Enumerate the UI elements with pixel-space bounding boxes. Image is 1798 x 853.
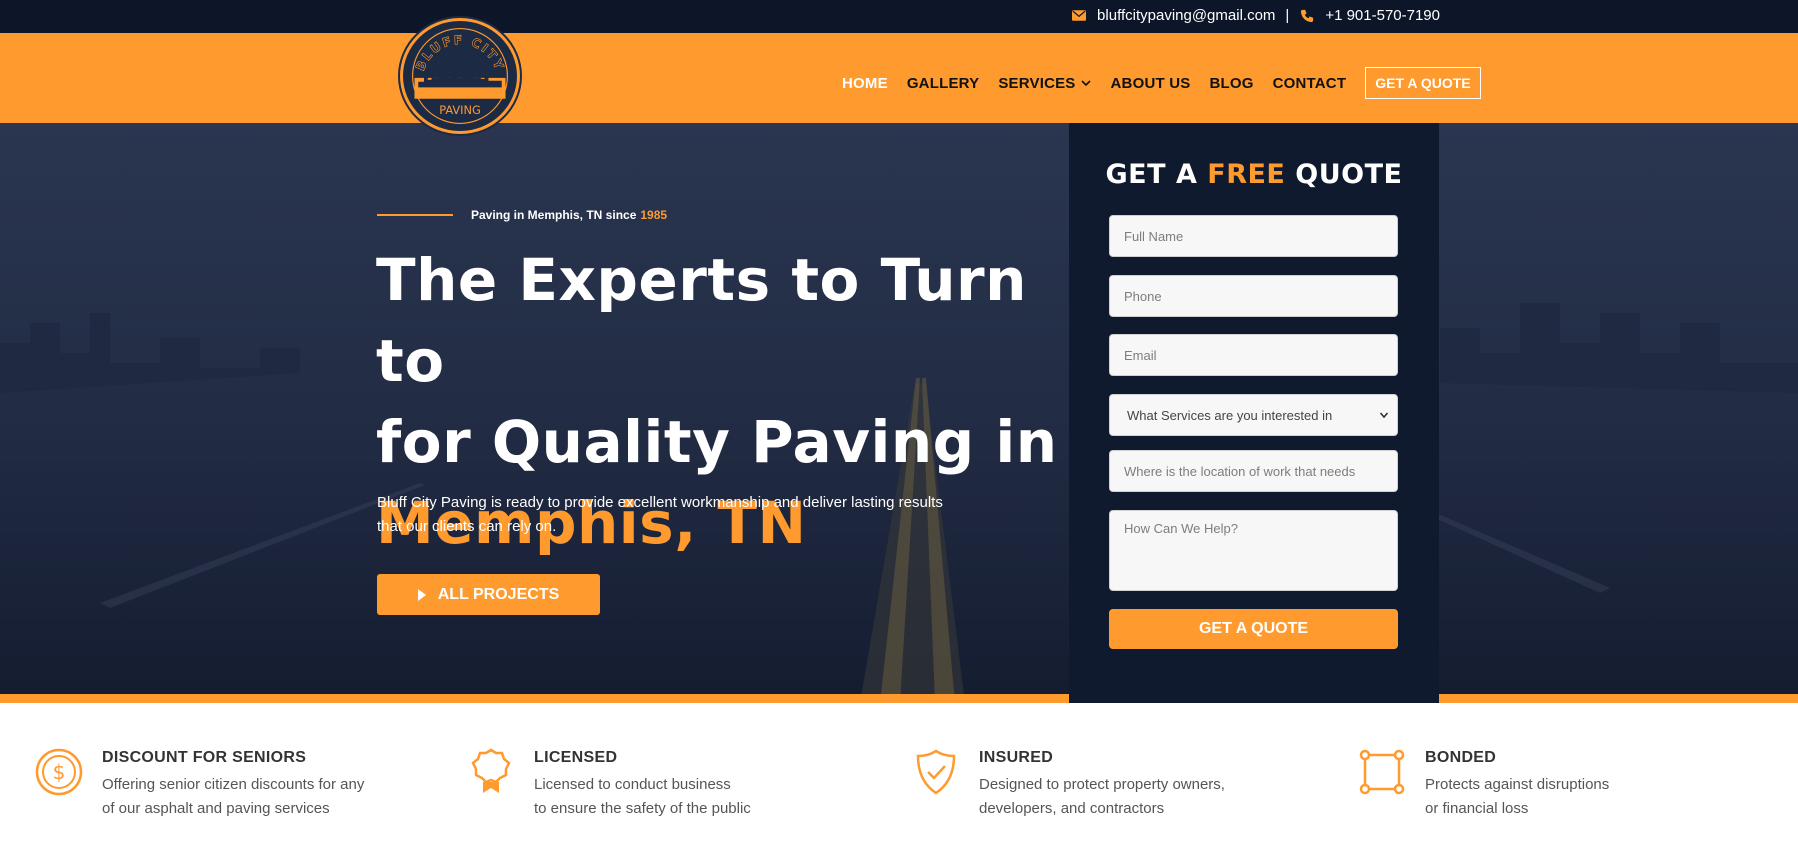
feature-desc-line-1: Licensed to conduct business [534,776,731,793]
form-title-pre: GET A [1105,159,1198,190]
award-badge-icon [471,748,511,793]
chevron-down-icon [1080,80,1091,87]
top-contact-bar: bluffcitypaving@gmail.com | +1 901-570-7… [0,0,1798,33]
hero-bottom-accent-strip [0,694,1798,703]
feature-insured: INSURED Designed to protect property own… [911,747,1225,821]
email-input[interactable] [1109,334,1398,376]
nav-item-services[interactable]: SERVICES [998,75,1091,92]
feature-desc-line-2: or financial loss [1425,800,1529,817]
feature-title: BONDED [1425,749,1497,766]
work-location-input[interactable] [1109,450,1398,492]
feature-desc-line-2: to ensure the safety of the public [534,800,751,817]
form-title-post: QUOTE [1295,159,1403,190]
feature-desc-line-2: of our asphalt and paving services [102,800,330,817]
nav-item-services-label: SERVICES [998,74,1076,92]
bonded-square-icon [1359,749,1405,795]
phone-icon [1299,8,1315,24]
shield-check-icon [916,749,956,795]
contact-separator: | [1285,7,1290,24]
headline-line-1: The Experts to Turn to [376,246,1027,395]
feature-title: DISCOUNT FOR SENIORS [102,749,307,766]
form-title-accent: FREE [1207,159,1286,190]
feature-desc-line-1: Designed to protect property owners, [979,776,1225,793]
chevron-down-icon [1379,412,1389,419]
tagline-year: 1985 [640,208,668,222]
tagline-divider [377,214,453,216]
hero-subtext: Bluff City Paving is ready to provide ex… [377,494,943,535]
feature-bonded: BONDED Protects against disruptions or f… [1357,747,1609,821]
contact-info: bluffcitypaving@gmail.com | +1 901-570-7… [1071,7,1440,24]
nav-item-home[interactable]: HOME [842,75,888,92]
nav-item-contact[interactable]: CONTACT [1273,75,1347,92]
feature-discount-for-seniors: $ DISCOUNT FOR SENIORS Offering senior c… [34,747,364,821]
quote-form-panel: GET A FREE QUOTE What Services are you i… [1069,123,1439,703]
all-projects-button[interactable]: ALL PROJECTS [377,574,600,615]
phone-link[interactable]: +1 901-570-7190 [1325,7,1440,24]
feature-title: LICENSED [534,749,618,766]
services-select-value: What Services are you interested in [1127,407,1333,423]
dollar-coin-icon: $ [35,748,83,796]
feature-licensed: LICENSED Licensed to conduct business to… [466,747,751,821]
play-icon [417,588,426,601]
svg-text:$: $ [53,760,66,784]
feature-title: INSURED [979,749,1054,766]
main-menu: HOME GALLERY SERVICES ABOUT US BLOG CONT… [842,67,1481,99]
envelope-icon [1071,8,1087,24]
email-link[interactable]: bluffcitypaving@gmail.com [1097,7,1275,24]
submit-quote-button[interactable]: GET A QUOTE [1109,609,1398,649]
nav-item-about-us[interactable]: ABOUT US [1111,75,1191,92]
phone-input[interactable] [1109,275,1398,317]
tagline-text: Paving in Memphis, TN since [471,208,637,222]
quote-form-title: GET A FREE QUOTE [1069,159,1439,190]
nav-item-gallery[interactable]: GALLERY [907,75,980,92]
logo-bottom-text: PAVING [439,103,481,117]
feature-desc-line-1: Offering senior citizen discounts for an… [102,776,365,793]
hero-tagline: Paving in Memphis, TN since 1985 [377,208,667,222]
feature-desc-line-1: Protects against disruptions [1425,776,1610,793]
headline-line-2: for Quality Paving in [376,408,1058,476]
nav-item-blog[interactable]: BLOG [1209,75,1253,92]
main-navigation-bar: HOME GALLERY SERVICES ABOUT US BLOG CONT… [0,33,1798,123]
services-select[interactable]: What Services are you interested in [1109,394,1398,436]
feature-desc-line-2: developers, and contractors [979,800,1165,817]
help-message-textarea[interactable] [1109,510,1398,591]
nav-get-quote-button[interactable]: GET A QUOTE [1365,67,1481,99]
features-section: $ DISCOUNT FOR SENIORS Offering senior c… [0,712,1798,853]
bluff-city-paving-logo[interactable]: BLUFF CITY PAVING [400,18,520,134]
all-projects-label: ALL PROJECTS [437,585,560,603]
full-name-input[interactable] [1109,215,1398,257]
